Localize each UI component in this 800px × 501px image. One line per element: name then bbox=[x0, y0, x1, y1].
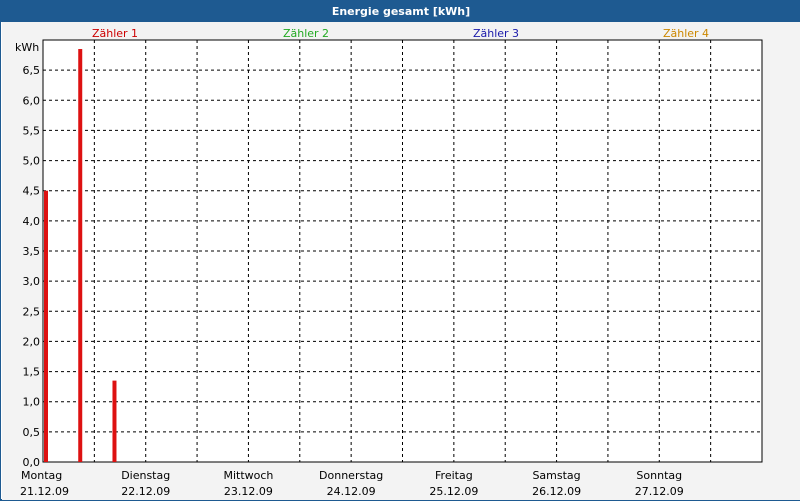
x-tick-day-label: Freitag bbox=[435, 469, 473, 482]
y-tick-label: 1,5 bbox=[23, 366, 41, 379]
legend-entry: Zähler 4 bbox=[663, 27, 709, 40]
y-tick-label: 2,5 bbox=[23, 305, 41, 318]
x-tick-date-label: 22.12.09 bbox=[121, 485, 170, 498]
y-tick-label: 0,0 bbox=[23, 456, 41, 469]
legend-entry: Zähler 1 bbox=[92, 27, 138, 40]
bar-zaehler-1 bbox=[44, 190, 48, 462]
x-tick-day-label: Sonntag bbox=[636, 469, 682, 482]
x-tick-day-label: Dienstag bbox=[121, 469, 170, 482]
x-tick-date-label: 21.12.09 bbox=[20, 485, 69, 498]
x-tick-date-label: 26.12.09 bbox=[532, 485, 581, 498]
y-tick-label: 2,0 bbox=[23, 335, 41, 348]
chart-window: Energie gesamt [kWh] 0,0 0,5 1,0 1,5 2,0 2,5 3… bbox=[0, 0, 800, 500]
y-tick-label: 6,0 bbox=[23, 94, 41, 107]
x-tick-day-label: Montag bbox=[21, 469, 62, 482]
chart-svg: 0,0 0,5 1,0 1,5 2,0 2,5 3,0 3,5 4,0 4,5 5,0 5,5 6,0 6… bbox=[15, 27, 763, 498]
bar-zaehler-1 bbox=[112, 380, 117, 462]
x-tick-day-label: Mittwoch bbox=[223, 469, 273, 482]
y-tick-label: 1,0 bbox=[23, 396, 41, 409]
x-tick-date-label: 23.12.09 bbox=[224, 485, 273, 498]
y-tick-label: 4,0 bbox=[23, 215, 41, 228]
y-tick-label: 5,0 bbox=[23, 155, 41, 168]
x-tick-date-label: 24.12.09 bbox=[327, 485, 376, 498]
legend-entry: Zähler 3 bbox=[473, 27, 519, 40]
x-tick-day-label: Samstag bbox=[532, 469, 580, 482]
bar-zaehler-1 bbox=[78, 49, 83, 463]
y-tick-label: 4,5 bbox=[23, 185, 41, 198]
legend-entry: Zähler 2 bbox=[283, 27, 329, 40]
y-tick-label: 3,0 bbox=[23, 275, 41, 288]
y-tick-label: 5,5 bbox=[23, 124, 41, 137]
x-tick-day-label: Donnerstag bbox=[319, 469, 383, 482]
x-tick-date-label: 25.12.09 bbox=[429, 485, 478, 498]
y-tick-label: 6,5 bbox=[23, 64, 41, 77]
y-axis-label: kWh bbox=[15, 41, 39, 54]
y-tick-label: 3,5 bbox=[23, 245, 41, 258]
y-tick-label: 0,5 bbox=[23, 426, 41, 439]
x-tick-date-label: 27.12.09 bbox=[635, 485, 684, 498]
